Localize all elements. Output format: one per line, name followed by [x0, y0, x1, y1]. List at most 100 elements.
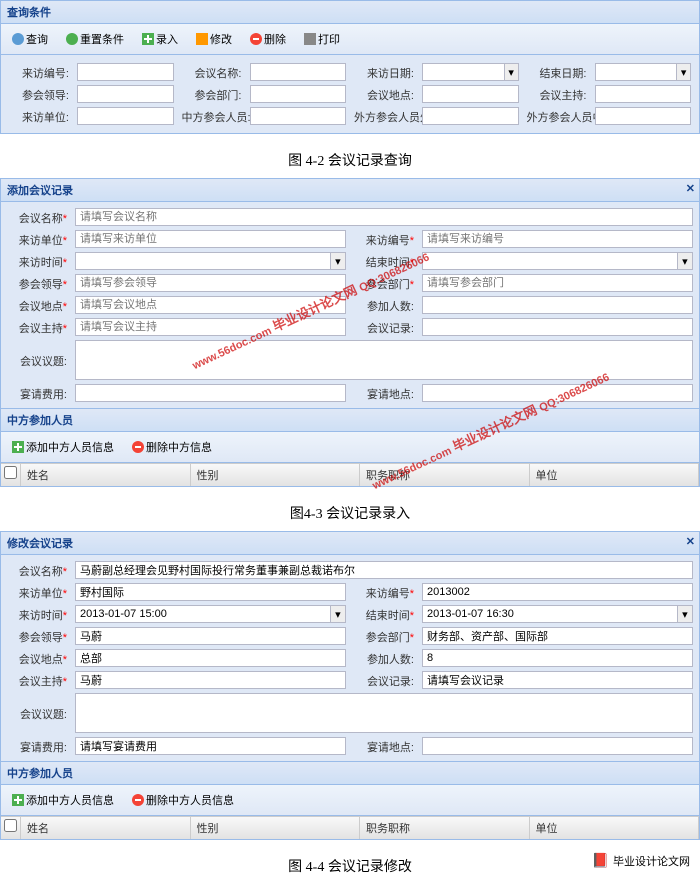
host-input[interactable]: [595, 85, 692, 103]
cn-people-input[interactable]: [250, 107, 347, 125]
delete-button[interactable]: 删除: [243, 28, 293, 50]
unit-input[interactable]: [75, 230, 346, 248]
col-gender: 性别: [191, 464, 361, 486]
end-date-input[interactable]: [595, 63, 678, 81]
panel-title: 添加会议记录: [7, 185, 73, 197]
record-input[interactable]: [422, 318, 693, 336]
start-input[interactable]: [75, 252, 331, 270]
meeting-name-input[interactable]: [250, 63, 347, 81]
sub-header: 中方参加人员: [1, 761, 699, 785]
lbl-foreign-cn: 外方参会人员中文名:: [527, 107, 587, 125]
refresh-icon: [66, 33, 78, 45]
record-input[interactable]: [422, 671, 693, 689]
date-picker-icon[interactable]: ▾: [678, 252, 693, 270]
lbl-host: 会议主持: [7, 671, 67, 689]
add-panel: 添加会议记录✕ 会议名称 来访单位 来访编号 来访时间▾ 结束时间▾ 参会领导 …: [0, 178, 700, 487]
end-input[interactable]: [422, 605, 678, 623]
date-picker-icon[interactable]: ▾: [505, 63, 519, 81]
edit-form: 会议名称 来访单位 来访编号 来访时间▾ 结束时间▾ 参会领导 参会部门 会议地…: [1, 555, 699, 761]
date-picker-icon[interactable]: ▾: [331, 605, 346, 623]
del-person-button[interactable]: 删除中方人员信息: [125, 789, 241, 811]
caption-2: 图4-3 会议记录录入: [0, 495, 700, 531]
lbl-visit-code: 来访编号:: [9, 63, 69, 81]
lbl-feeloc: 宴请地点:: [354, 384, 414, 402]
dept-input[interactable]: [250, 85, 347, 103]
date-picker-icon[interactable]: ▾: [678, 605, 693, 623]
lbl-feeloc: 宴请地点:: [354, 737, 414, 755]
start-input[interactable]: [75, 605, 331, 623]
query-form: 来访编号: 会议名称: 来访日期:▾ 结束日期:▾ 参会领导: 参会部门: 会议…: [1, 55, 699, 133]
lbl-dept: 参会部门: [354, 274, 414, 292]
lbl-dept: 参会部门:: [182, 85, 242, 103]
lbl-visit-unit: 来访单位:: [9, 107, 69, 125]
sub-toolbar: 添加中方人员信息 删除中方人员信息: [1, 785, 699, 816]
col-position: 职务职称: [360, 817, 530, 839]
fee-input[interactable]: [75, 384, 346, 402]
search-icon: [12, 33, 24, 45]
name-input[interactable]: [75, 561, 693, 579]
people-input[interactable]: [422, 649, 693, 667]
foreign-cn-input[interactable]: [595, 107, 692, 125]
checkbox-header[interactable]: [1, 817, 21, 839]
host-input[interactable]: [75, 671, 346, 689]
panel-title: 查询条件: [1, 1, 699, 24]
loc-input[interactable]: [75, 296, 346, 314]
print-button[interactable]: 打印: [297, 28, 347, 50]
feeloc-input[interactable]: [422, 737, 693, 755]
leader-input[interactable]: [75, 627, 346, 645]
lbl-unit: 来访单位: [7, 583, 67, 601]
sub-toolbar: 添加中方人员信息 删除中方信息: [1, 432, 699, 463]
lbl-people: 参加人数:: [354, 296, 414, 314]
lbl-end: 结束时间: [354, 252, 414, 270]
edit-button[interactable]: 修改: [189, 28, 239, 50]
location-input[interactable]: [422, 85, 519, 103]
col-gender: 性别: [191, 817, 361, 839]
end-input[interactable]: [422, 252, 678, 270]
dept-input[interactable]: [422, 274, 693, 292]
add-button[interactable]: 录入: [135, 28, 185, 50]
visit-unit-input[interactable]: [77, 107, 174, 125]
del-person-button[interactable]: 删除中方信息: [125, 436, 219, 458]
lbl-dept: 参会部门: [354, 627, 414, 645]
topic-input[interactable]: [75, 340, 693, 380]
print-icon: [304, 33, 316, 45]
add-form: 会议名称 来访单位 来访编号 来访时间▾ 结束时间▾ 参会领导 参会部门 会议地…: [1, 202, 699, 408]
add-person-button[interactable]: 添加中方人员信息: [5, 789, 121, 811]
fee-input[interactable]: [75, 737, 346, 755]
toolbar: 查询 重置条件 录入 修改 删除 打印: [1, 24, 699, 55]
lbl-foreign-en: 外方参会人员外文名:: [354, 107, 414, 125]
visit-code-input[interactable]: [77, 63, 174, 81]
host-input[interactable]: [75, 318, 346, 336]
add-icon: [12, 441, 24, 453]
leader-input[interactable]: [75, 274, 346, 292]
code-input[interactable]: [422, 583, 693, 601]
reset-button[interactable]: 重置条件: [59, 28, 131, 50]
person-table-header: 姓名 性别 职务职称 单位: [1, 816, 699, 839]
col-position: 职务职称: [360, 464, 530, 486]
name-input[interactable]: [75, 208, 693, 226]
add-person-button[interactable]: 添加中方人员信息: [5, 436, 121, 458]
topic-input[interactable]: [75, 693, 693, 733]
unit-input[interactable]: [75, 583, 346, 601]
col-unit: 单位: [530, 464, 700, 486]
date-picker-icon[interactable]: ▾: [331, 252, 346, 270]
edit-panel: 修改会议记录✕ 会议名称 来访单位 来访编号 来访时间▾ 结束时间▾ 参会领导 …: [0, 531, 700, 840]
dept-input[interactable]: [422, 627, 693, 645]
visit-date-input[interactable]: [422, 63, 505, 81]
lbl-topic: 会议议题:: [7, 351, 67, 369]
checkbox-header[interactable]: [1, 464, 21, 486]
query-panel: 查询条件 查询 重置条件 录入 修改 删除 打印 来访编号: 会议名称: 来访日…: [0, 0, 700, 134]
close-icon[interactable]: ✕: [686, 535, 695, 548]
loc-input[interactable]: [75, 649, 346, 667]
lbl-meeting-name: 会议名称:: [182, 63, 242, 81]
code-input[interactable]: [422, 230, 693, 248]
lbl-leader: 参会领导: [7, 274, 67, 292]
date-picker-icon[interactable]: ▾: [677, 63, 691, 81]
delete-icon: [132, 441, 144, 453]
foreign-en-input[interactable]: [422, 107, 519, 125]
search-button[interactable]: 查询: [5, 28, 55, 50]
people-input[interactable]: [422, 296, 693, 314]
leader-input[interactable]: [77, 85, 174, 103]
close-icon[interactable]: ✕: [686, 182, 695, 195]
feeloc-input[interactable]: [422, 384, 693, 402]
